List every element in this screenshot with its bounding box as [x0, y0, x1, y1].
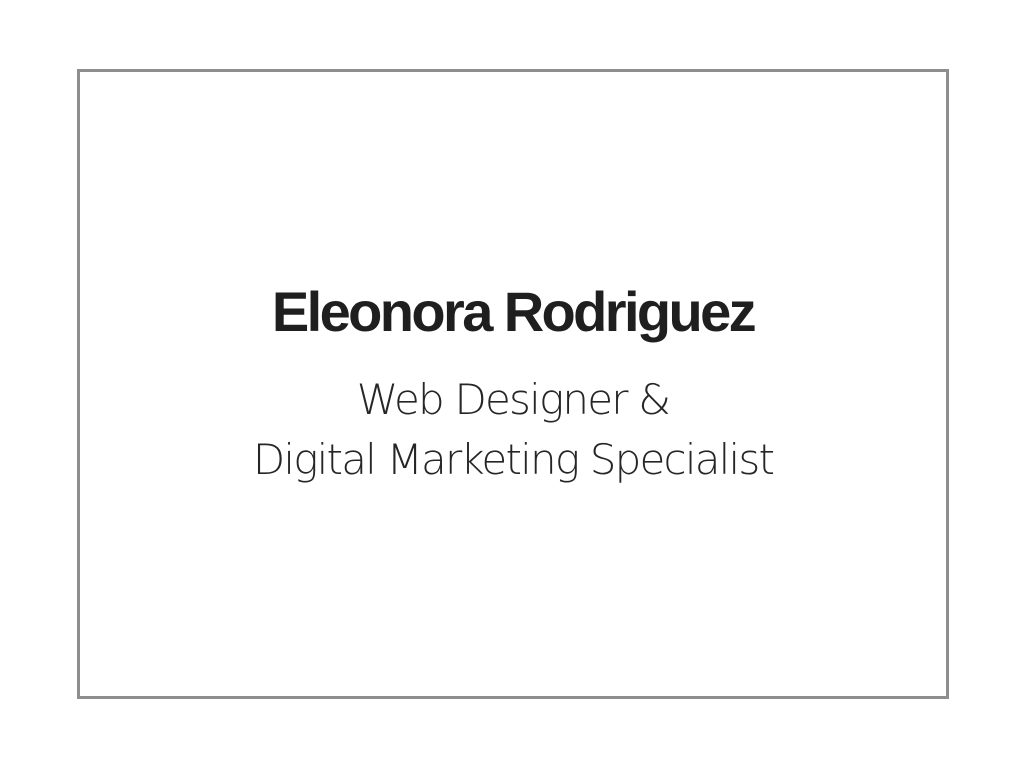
job-title-line-2: Digital Marketing Specialist	[252, 435, 775, 484]
card-content: Eleonora Rodriguez Web Designer & Digita…	[80, 280, 946, 490]
job-title-line-1: Web Designer &	[356, 375, 671, 424]
job-title: Web Designer & Digital Marketing Special…	[80, 370, 946, 490]
person-name: Eleonora Rodriguez	[271, 280, 757, 343]
business-card: Eleonora Rodriguez Web Designer & Digita…	[77, 69, 949, 699]
